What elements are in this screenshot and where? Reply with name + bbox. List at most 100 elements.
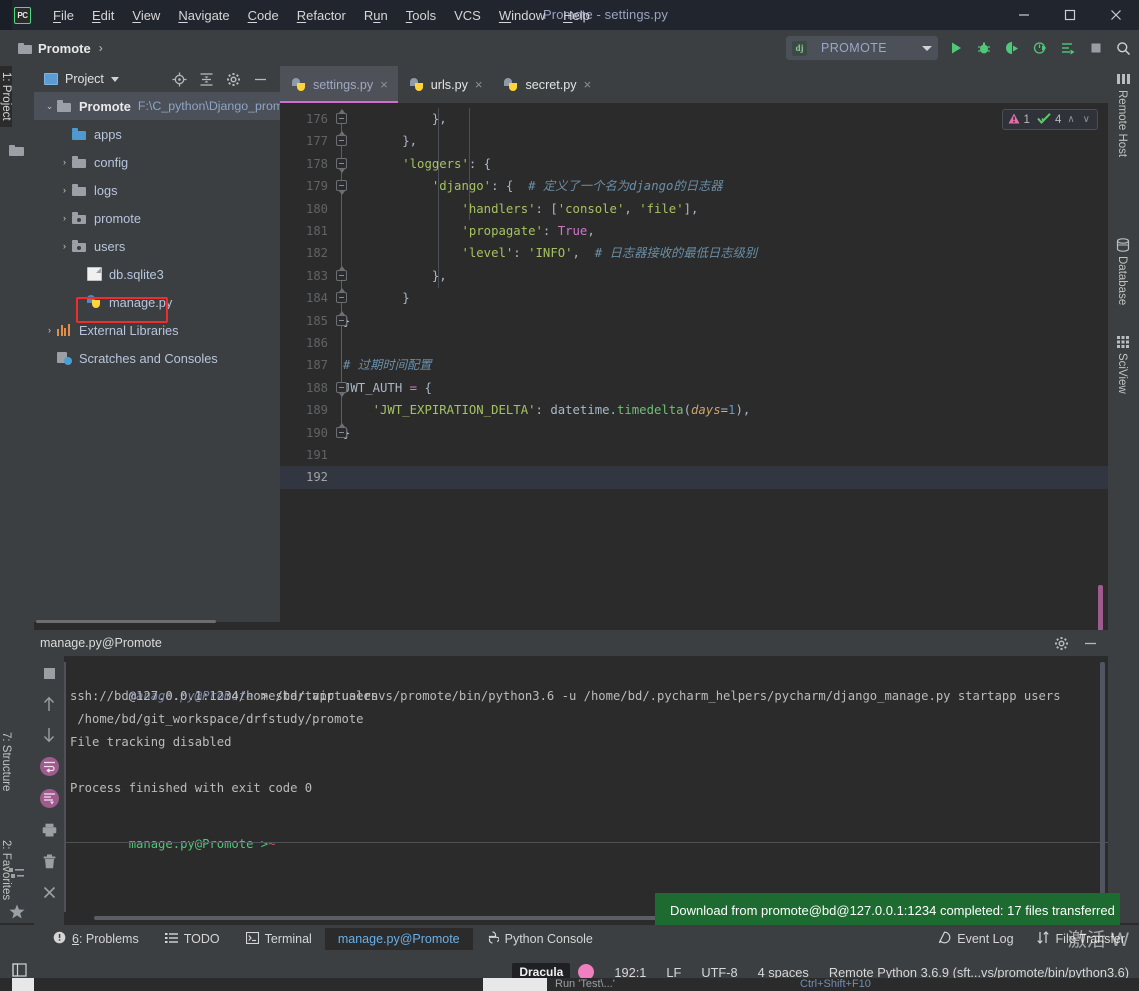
code-line[interactable]: 183 }, xyxy=(280,265,1108,287)
bottom-tab-python-console[interactable]: Python Console xyxy=(473,927,606,951)
panel-horizontal-scrollbar[interactable] xyxy=(36,620,216,623)
menu-window[interactable]: Window xyxy=(490,5,554,26)
code-line[interactable]: 182 'level': 'INFO', # 日志器接收的最低日志级别 xyxy=(280,242,1108,264)
tree-item-config[interactable]: › config xyxy=(34,148,280,176)
code-fold-toggle[interactable] xyxy=(336,288,347,304)
down-icon[interactable] xyxy=(40,726,58,744)
breadcrumb-project[interactable]: Promote xyxy=(38,41,91,56)
sidebar-tab-structure[interactable]: 7: Structure xyxy=(0,726,12,797)
tree-item-users[interactable]: › users xyxy=(34,232,280,260)
stop-icon[interactable] xyxy=(40,664,58,682)
menu-run[interactable]: Run xyxy=(355,5,397,26)
profile-icon[interactable] xyxy=(1028,36,1051,60)
code-fold-toggle[interactable] xyxy=(336,157,347,173)
maximize-button[interactable] xyxy=(1047,0,1093,30)
code-content[interactable]: 176 }, 177 }, 178 'loggers': {179 'django'… xyxy=(280,103,1108,622)
tree-item-promote[interactable]: ⌄ Promote F:\C_python\Django_prom xyxy=(34,92,283,120)
scroll-to-end-icon[interactable] xyxy=(39,789,59,808)
twisty-icon[interactable]: › xyxy=(57,157,72,167)
twisty-icon[interactable]: › xyxy=(57,213,72,223)
tree-item-logs[interactable]: › logs xyxy=(34,176,280,204)
tree-item-apps[interactable]: apps xyxy=(34,120,280,148)
editor-tab-urls-py[interactable]: urls.py × xyxy=(398,66,493,103)
hide-panel-icon[interactable] xyxy=(1083,636,1098,651)
code-fold-toggle[interactable] xyxy=(336,265,347,281)
tree-item-external-libraries[interactable]: › External Libraries xyxy=(34,316,280,344)
code-line[interactable]: 186 xyxy=(280,332,1108,354)
run-configuration-selector[interactable]: dj PROMOTE xyxy=(786,36,938,60)
menu-navigate[interactable]: Navigate xyxy=(169,5,238,26)
code-line[interactable]: 178 'loggers': { xyxy=(280,153,1108,175)
code-line[interactable]: 179 'django': { # 定义了一个名为django的日志器 xyxy=(280,175,1108,197)
inspection-widget[interactable]: 1 4 ∧ ∨ xyxy=(1001,109,1098,130)
menu-edit[interactable]: Edit xyxy=(83,5,123,26)
code-line[interactable]: 187 # 过期时间配置 xyxy=(280,354,1108,376)
next-problem-icon[interactable]: ∨ xyxy=(1081,114,1092,125)
code-fold-toggle[interactable] xyxy=(336,109,347,124)
run-console[interactable]: manage.py@Promote > startapp users ssh:/… xyxy=(64,656,1108,925)
console-input-line[interactable]: manage.py@Promote >~ xyxy=(64,810,1108,851)
code-line[interactable]: 191 xyxy=(280,444,1108,466)
bottom-tab-problems[interactable]: 6: Problems xyxy=(40,927,152,951)
run-icon[interactable] xyxy=(944,36,967,60)
event-log-button[interactable]: Event Log xyxy=(938,931,1014,947)
menu-file[interactable]: File xyxy=(44,5,83,26)
search-everywhere-icon[interactable] xyxy=(1112,36,1135,60)
close-icon[interactable]: × xyxy=(475,78,483,91)
twisty-icon[interactable]: › xyxy=(57,185,72,195)
code-fold-toggle[interactable] xyxy=(336,381,347,397)
close-button[interactable] xyxy=(1093,0,1139,30)
menu-refactor[interactable]: Refactor xyxy=(288,5,355,26)
hide-panel-icon[interactable] xyxy=(253,72,268,87)
tree-item-manage-py[interactable]: manage.py xyxy=(34,288,280,316)
tree-item-promote-module[interactable]: › promote xyxy=(34,204,280,232)
toggle-toolwindows-icon[interactable] xyxy=(12,962,30,978)
code-line[interactable]: 190} xyxy=(280,422,1108,444)
minimize-button[interactable] xyxy=(1001,0,1047,30)
close-icon[interactable] xyxy=(40,883,58,901)
bottom-tab-manage-py-promote[interactable]: manage.py@Promote xyxy=(324,928,473,950)
editor-tab-settings-py[interactable]: settings.py × xyxy=(280,66,398,103)
menu-code[interactable]: Code xyxy=(239,5,288,26)
code-line[interactable]: 180 'handlers': ['console', 'file'], xyxy=(280,198,1108,220)
chevron-down-icon[interactable] xyxy=(110,76,119,82)
twisty-icon[interactable]: ⌄ xyxy=(42,101,57,112)
up-icon[interactable] xyxy=(40,695,58,713)
print-icon[interactable] xyxy=(40,821,58,839)
code-line[interactable]: 176 }, xyxy=(280,108,1108,130)
code-line[interactable]: 184 } xyxy=(280,287,1108,309)
close-icon[interactable]: × xyxy=(380,78,388,91)
code-fold-toggle[interactable] xyxy=(336,422,347,438)
console-scrollbar-thumb[interactable] xyxy=(1100,662,1105,902)
twisty-icon[interactable]: › xyxy=(57,241,72,251)
tree-item-db-sqlite3[interactable]: db.sqlite3 xyxy=(34,260,280,288)
menu-help[interactable]: Help xyxy=(554,5,599,26)
gear-icon[interactable] xyxy=(226,72,241,87)
sidebar-tab-favorites[interactable]: 2: Favorites xyxy=(0,834,12,906)
code-fold-toggle[interactable] xyxy=(336,310,347,326)
gear-icon[interactable] xyxy=(1054,636,1069,651)
code-fold-toggle[interactable] xyxy=(336,131,347,147)
sidebar-tab-sciview[interactable]: SciView xyxy=(1116,353,1128,394)
locate-icon[interactable] xyxy=(172,72,187,87)
code-line[interactable]: 192 xyxy=(280,466,1108,489)
sidebar-tab-database[interactable]: Database xyxy=(1116,256,1128,305)
menu-tools[interactable]: Tools xyxy=(397,5,445,26)
code-line[interactable]: 188 JWT_AUTH = { xyxy=(280,377,1108,399)
bottom-tab-terminal[interactable]: Terminal xyxy=(233,928,325,951)
sidebar-tab-remote-host[interactable]: Remote Host xyxy=(1116,90,1128,157)
twisty-icon[interactable]: › xyxy=(42,325,57,335)
prev-problem-icon[interactable]: ∧ xyxy=(1065,114,1076,125)
notification-toast[interactable]: Download from promote@bd@127.0.0.1:1234 … xyxy=(655,893,1120,927)
code-line[interactable]: 189 'JWT_EXPIRATION_DELTA': datetime.tim… xyxy=(280,399,1108,421)
tree-item-scratches-and-consoles[interactable]: Scratches and Consoles xyxy=(34,344,280,372)
code-line[interactable]: 181 'propagate': True, xyxy=(280,220,1108,242)
editor-tab-secret-py[interactable]: secret.py × xyxy=(492,66,601,103)
code-fold-toggle[interactable] xyxy=(336,180,347,196)
bottom-tab-todo[interactable]: TODO xyxy=(152,928,233,951)
collapse-all-icon[interactable] xyxy=(199,72,214,87)
sidebar-tab-project[interactable]: 1: Project xyxy=(0,66,12,127)
menu-vcs[interactable]: VCS xyxy=(445,5,490,26)
soft-wrap-icon[interactable] xyxy=(39,757,59,776)
menu-view[interactable]: View xyxy=(123,5,169,26)
